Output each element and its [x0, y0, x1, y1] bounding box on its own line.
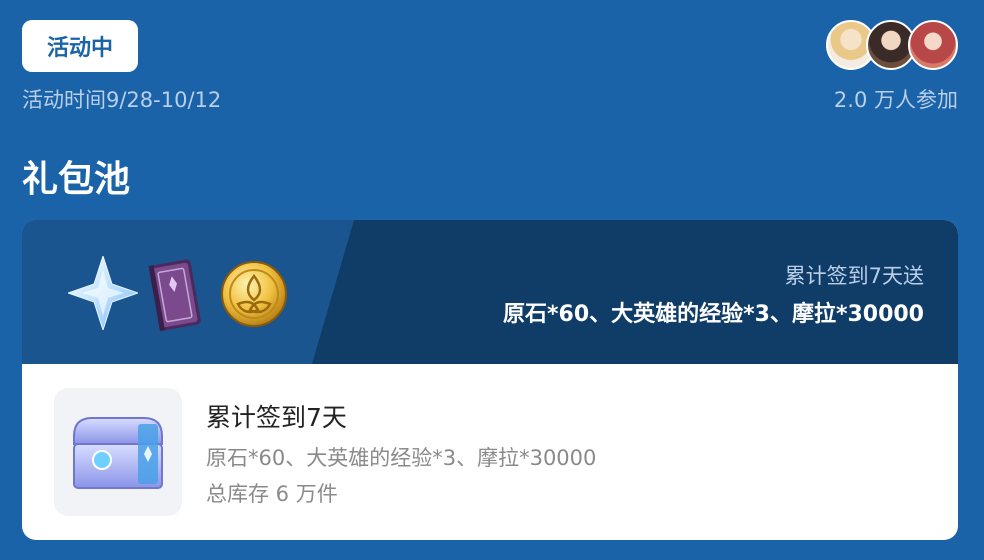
reward-banner: 累计签到7天送 原石*60、大英雄的经验*3、摩拉*30000	[22, 220, 958, 364]
banner-rewards: 原石*60、大英雄的经验*3、摩拉*30000	[503, 302, 924, 327]
participant-count: 2.0 万人参加	[833, 88, 958, 112]
avatar	[908, 20, 958, 70]
reward-description: 原石*60、大英雄的经验*3、摩拉*30000	[206, 446, 597, 470]
book-icon	[148, 259, 201, 332]
event-time: 活动时间9/28-10/12	[22, 88, 222, 112]
reward-thumbnail	[54, 388, 182, 516]
reward-stock: 总库存 6 万件	[206, 482, 338, 506]
reward-title: 累计签到7天	[206, 403, 347, 432]
gift-pack-card[interactable]: 累计签到7天送 原石*60、大英雄的经验*3、摩拉*30000 累计签到7天 原…	[22, 220, 958, 540]
status-badge: 活动中	[22, 20, 138, 72]
banner-caption: 累计签到7天送	[784, 264, 924, 288]
primogem-icon	[68, 256, 138, 330]
participant-avatars[interactable]	[826, 20, 960, 72]
mora-icon	[221, 261, 287, 327]
chest-icon	[73, 417, 163, 489]
section-title: 礼包池	[22, 159, 131, 200]
